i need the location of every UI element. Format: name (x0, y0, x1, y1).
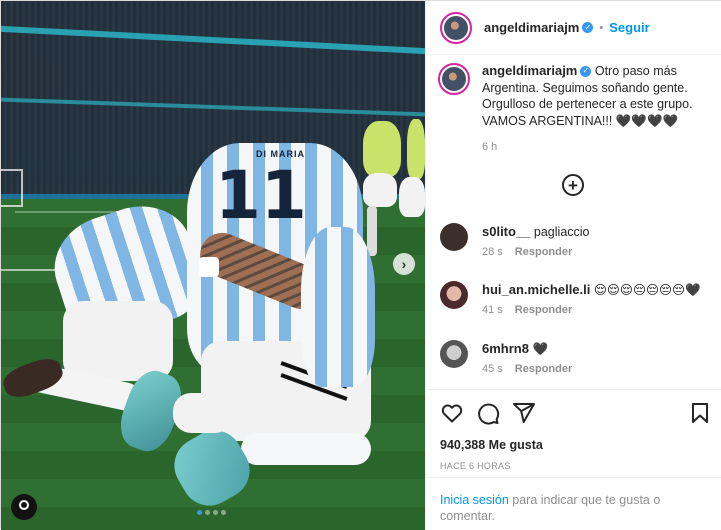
login-link[interactable]: Inicia sesión (440, 493, 509, 507)
carousel-dot (197, 510, 202, 515)
header-separator: • (599, 21, 604, 34)
comment-username[interactable]: 6mhrn8 (482, 341, 529, 356)
user-tag-icon (19, 500, 29, 510)
player-shorts (399, 177, 425, 217)
comment-text: 😌😌😌😔😔😔😔🖤 (593, 283, 701, 297)
author-avatar[interactable] (440, 11, 472, 44)
carousel-dots (197, 510, 226, 515)
post-side-panel: angeldimariajm ✓ • Seguir angeldimariajm… (425, 1, 721, 530)
wrist-tape (199, 257, 219, 277)
player-left-shorts (63, 301, 173, 381)
player-sock (173, 393, 233, 433)
comment-time: 28 s (482, 246, 503, 258)
reply-button[interactable]: Responder (515, 246, 572, 258)
carousel-dot (213, 510, 218, 515)
player-shorts (363, 173, 397, 207)
follow-button[interactable]: Seguir (609, 20, 649, 35)
comment-username[interactable]: s0lito__ (482, 224, 530, 239)
caption-avatar[interactable] (438, 63, 470, 95)
comment-text: 🖤 (532, 342, 549, 356)
action-bar: 940,388 Me gusta HACE 6 HORAS Inicia ses… (426, 389, 721, 525)
post-header: angeldimariajm ✓ • Seguir (426, 1, 721, 55)
comment-item: 6mhrn8 🖤 45 s Responder (440, 340, 710, 375)
comment-avatar[interactable] (440, 340, 468, 368)
posted-time: HACE 6 HORAS (440, 461, 511, 471)
player-bib (407, 119, 425, 179)
share-icon[interactable] (512, 401, 536, 425)
heart-icon[interactable] (440, 401, 464, 425)
verified-badge-icon: ✓ (582, 22, 594, 33)
comment-item: hui_an.michelle.li 😌😌😌😔😔😔😔🖤 41 s Responde… (440, 281, 710, 316)
caption-body: angeldimariajm ✓ Otro paso más Argentina.… (482, 63, 712, 156)
post-photo[interactable]: 11 DI MARIA › (1, 1, 425, 530)
verified-badge-icon: ✓ (580, 66, 592, 78)
chevron-right-icon: › (401, 256, 407, 272)
jersey-number: 11 (215, 157, 307, 234)
player-leg (367, 206, 377, 256)
carousel-dot (205, 510, 210, 515)
login-prompt: Inicia sesión para indicar que te gusta … (426, 477, 721, 524)
caption-time: 6 h (482, 141, 498, 153)
comment-time: 45 s (482, 363, 503, 375)
comment-text: pagliaccio (533, 225, 590, 239)
jersey-name: DI MARIA (256, 149, 305, 159)
reply-button[interactable]: Responder (515, 304, 572, 316)
player-bib (363, 121, 401, 177)
bookmark-icon[interactable] (688, 401, 712, 425)
caption-username[interactable]: angeldimariajm (482, 63, 577, 78)
author-username[interactable]: angeldimariajm (484, 20, 579, 35)
comment-avatar[interactable] (440, 281, 468, 309)
carousel-next-button[interactable]: › (393, 253, 415, 275)
user-tag-button[interactable] (11, 494, 37, 520)
load-more-comments-button[interactable]: + (562, 174, 584, 196)
goal-net (1, 169, 23, 207)
like-count[interactable]: 940,388 Me gusta (440, 438, 543, 452)
carousel-dot (221, 510, 226, 515)
comment-item: s0lito__ pagliaccio 28 s Responder (440, 223, 710, 258)
post-frame: 11 DI MARIA › angeldimariajm ✓ • Seguir (0, 0, 721, 530)
reply-button[interactable]: Responder (515, 363, 572, 375)
caption: angeldimariajm ✓ Otro paso más Argentina.… (438, 63, 714, 156)
comment-avatar[interactable] (440, 223, 468, 251)
comment-time: 41 s (482, 304, 503, 316)
comment-icon[interactable] (476, 401, 500, 425)
plus-circle-icon: + (568, 175, 578, 195)
player-center-sock (241, 433, 371, 465)
player-right-jersey (301, 227, 375, 387)
comment-username[interactable]: hui_an.michelle.li (482, 282, 590, 297)
